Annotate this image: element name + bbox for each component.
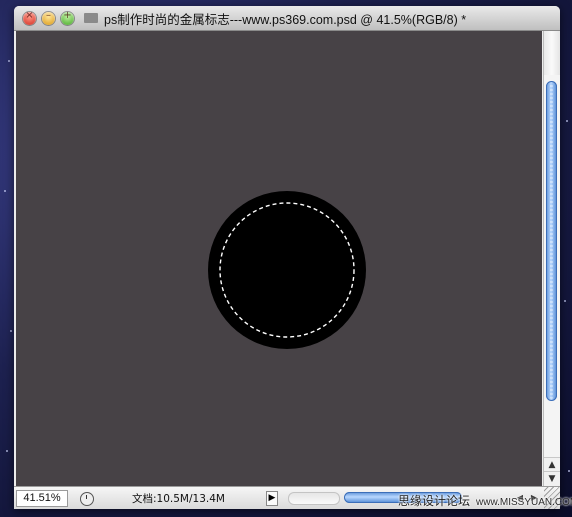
document-proxy-icon[interactable] — [84, 13, 98, 23]
minimize-button[interactable]: – — [42, 9, 55, 25]
star — [10, 330, 12, 332]
star — [8, 60, 10, 62]
star — [564, 300, 566, 302]
site-watermark: 思缘设计论坛 www.MISSYUAN.COM — [398, 492, 572, 509]
document-canvas[interactable] — [16, 31, 542, 486]
clock-icon[interactable] — [80, 491, 94, 506]
status-menu-arrow-icon[interactable]: ▶ — [266, 491, 278, 506]
title-bar[interactable]: × – + ps制作时尚的金属标志---www.ps369.com.psd @ … — [14, 6, 560, 31]
star — [566, 120, 568, 122]
close-button[interactable]: × — [23, 9, 36, 25]
photoshop-document-window: × – + ps制作时尚的金属标志---www.ps369.com.psd @ … — [14, 6, 560, 509]
black-circle-shape — [208, 191, 366, 349]
minimize-icon: – — [46, 9, 51, 21]
close-icon: × — [25, 9, 34, 21]
star — [4, 190, 6, 192]
vertical-scrollbar[interactable]: ▲ ▼ — [543, 31, 560, 486]
artwork — [208, 191, 366, 349]
vertical-scroll-track[interactable] — [544, 31, 560, 75]
star — [568, 470, 570, 472]
window-title: ps制作时尚的金属标志---www.ps369.com.psd @ 41.5%(… — [104, 12, 467, 27]
document-size-info: 文档:10.5M/13.4M — [132, 493, 225, 505]
watermark-site-name: 思缘设计论坛 — [398, 494, 471, 508]
zoom-level-field[interactable]: 41.51% — [16, 490, 68, 507]
watermark-url: www.MISSYUAN.COM — [476, 497, 572, 508]
star — [6, 450, 8, 452]
scroll-down-arrow-icon[interactable]: ▼ — [544, 471, 560, 486]
scroll-up-arrow-icon[interactable]: ▲ — [544, 457, 560, 472]
window-controls: × – + — [23, 9, 74, 25]
zoom-icon: + — [63, 9, 72, 21]
horizontal-scroll-track[interactable] — [288, 492, 340, 505]
zoom-button[interactable]: + — [61, 9, 74, 25]
vertical-scroll-thumb[interactable] — [546, 81, 557, 401]
